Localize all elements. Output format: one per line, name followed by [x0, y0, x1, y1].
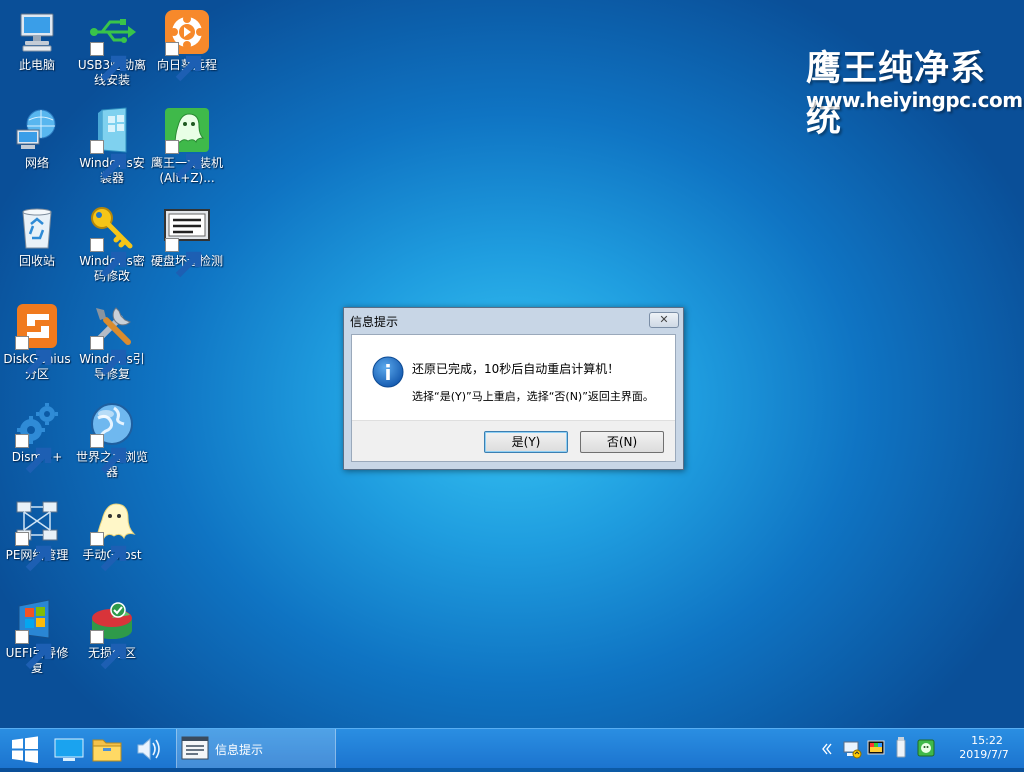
- desktop-icon-disk-bad-sector-check[interactable]: 硬盘坏道检测: [150, 204, 224, 278]
- file-explorer-icon: [90, 729, 124, 769]
- desktop-icon: [52, 729, 86, 769]
- dialog-message-primary: 还原已完成，10秒后自动重启计算机！: [412, 362, 620, 376]
- computer-icon: [13, 8, 61, 56]
- dialog-message-secondary: 选择“是(Y)”马上重启，选择“否(N)”返回主界面。: [412, 390, 654, 403]
- shortcut-arrow-icon: [90, 238, 127, 278]
- desktop-icon-label: 网络: [24, 156, 49, 170]
- tray-display[interactable]: [866, 729, 886, 769]
- tray-expand-button[interactable]: [818, 729, 834, 769]
- taskbar: 信息提示 15:22 2019/7/7: [0, 728, 1024, 768]
- desktop-icon-pe-network[interactable]: PE网络管理: [0, 498, 74, 572]
- desktop-icon-windows-boot-repair[interactable]: Windows引导修复: [75, 302, 149, 382]
- desktop-icon-label: 回收站: [18, 254, 55, 268]
- gears-icon: [13, 400, 61, 474]
- desktop-icon-windows-installer[interactable]: Windows安装器: [75, 106, 149, 186]
- recycle-bin-icon: [13, 204, 61, 252]
- shortcut-arrow-icon: [15, 532, 52, 572]
- file-explorer-button[interactable]: [90, 729, 124, 769]
- desktop-icon-lossless-partition[interactable]: 无损分区: [75, 596, 149, 670]
- app-tray-icon: [916, 739, 936, 772]
- dialog-body: 还原已完成，10秒后自动重启计算机！ 选择“是(Y)”马上重启，选择“否(N)”…: [351, 334, 676, 462]
- info-dialog: 信息提示 ✕ 还原已完成，10秒后自动重启计算机！ 选择“是(Y)”马上重启，选…: [343, 307, 684, 470]
- window-app-icon: [181, 735, 209, 764]
- desktop-icon-uefi-repair[interactable]: UEFI引导修复: [0, 596, 74, 676]
- clock-time: 15:22: [971, 734, 1003, 747]
- shortcut-arrow-icon: [90, 532, 127, 572]
- info-icon: [372, 356, 404, 388]
- uefi-repair-icon: [13, 596, 61, 670]
- windows-installer-icon: [88, 106, 136, 180]
- shortcut-arrow-icon: [90, 336, 127, 376]
- show-desktop-button[interactable]: [52, 729, 86, 769]
- shortcut-arrow-icon: [15, 434, 52, 474]
- speaker-icon: [132, 729, 166, 769]
- shortcut-arrow-icon: [90, 434, 127, 474]
- shortcut-arrow-icon: [165, 238, 202, 278]
- desktop-icon-this-pc[interactable]: 此电脑: [0, 8, 74, 73]
- sunflower-icon: [163, 8, 211, 82]
- ghost-icon: [88, 498, 136, 572]
- network-tray-icon: [842, 741, 862, 772]
- usb-icon: [88, 8, 136, 82]
- ghost-green-icon: [163, 106, 211, 180]
- network-manager-icon: [13, 498, 61, 572]
- shortcut-arrow-icon: [90, 140, 127, 180]
- desktop-icon-sunflower-remote[interactable]: 向日葵远程: [150, 8, 224, 82]
- shortcut-arrow-icon: [15, 336, 52, 376]
- desktop-icon-dism[interactable]: Dism++: [0, 400, 74, 474]
- desktop-icon-label: 此电脑: [18, 58, 55, 72]
- key-icon: [88, 204, 136, 278]
- start-button[interactable]: [8, 729, 46, 769]
- diskgenius-icon: [13, 302, 61, 376]
- dialog-title: 信息提示: [350, 315, 399, 329]
- network-icon: [13, 106, 61, 154]
- shortcut-arrow-icon: [165, 140, 202, 180]
- tray-app[interactable]: [916, 729, 936, 769]
- shortcut-arrow-icon: [15, 630, 52, 670]
- desktop-icon-diskgenius[interactable]: DiskGenius分区: [0, 302, 74, 382]
- taskbar-window-label: 信息提示: [215, 743, 264, 757]
- display-tray-icon: [866, 740, 886, 772]
- desktop-icon-theworld-browser[interactable]: 世界之窗浏览器: [75, 400, 149, 480]
- desktop-icon-one-click-install[interactable]: 鹰王一键装机(Alt+Z)...: [150, 106, 224, 186]
- yes-button[interactable]: 是(Y): [484, 431, 568, 453]
- volume-button[interactable]: [132, 729, 166, 769]
- clock-date: 2019/7/7: [959, 748, 1009, 761]
- partition-icon: [88, 596, 136, 670]
- dialog-button-bar: 是(Y) 否(N): [352, 420, 675, 461]
- desktop-icon-network[interactable]: 网络: [0, 106, 74, 171]
- taskbar-window-info-dialog[interactable]: 信息提示: [176, 729, 336, 768]
- usb-tray-icon: [892, 737, 910, 772]
- shortcut-arrow-icon: [165, 42, 202, 82]
- dialog-titlebar[interactable]: 信息提示 ✕: [344, 308, 683, 334]
- shortcut-arrow-icon: [90, 42, 127, 82]
- desktop-icon-recycle-bin[interactable]: 回收站: [0, 204, 74, 269]
- desktop-icon-windows-password[interactable]: Windows密码修改: [75, 204, 149, 284]
- desktop-icon-usb3-driver[interactable]: USB3驱动离线安装: [75, 8, 149, 88]
- no-button[interactable]: 否(N): [580, 431, 664, 453]
- desktop-icon-manual-ghost[interactable]: 手动Ghost: [75, 498, 149, 572]
- chevron-left-icon: [818, 743, 834, 772]
- disk-check-icon: [163, 204, 211, 278]
- tools-icon: [88, 302, 136, 376]
- shortcut-arrow-icon: [90, 630, 127, 670]
- tray-usb[interactable]: [892, 729, 910, 769]
- brand-url: www.heiyingpc.com: [806, 88, 1023, 112]
- dialog-close-button[interactable]: ✕: [649, 312, 679, 328]
- windows-start-icon: [8, 729, 46, 769]
- tray-network[interactable]: [842, 729, 862, 769]
- globe-browser-icon: [88, 400, 136, 474]
